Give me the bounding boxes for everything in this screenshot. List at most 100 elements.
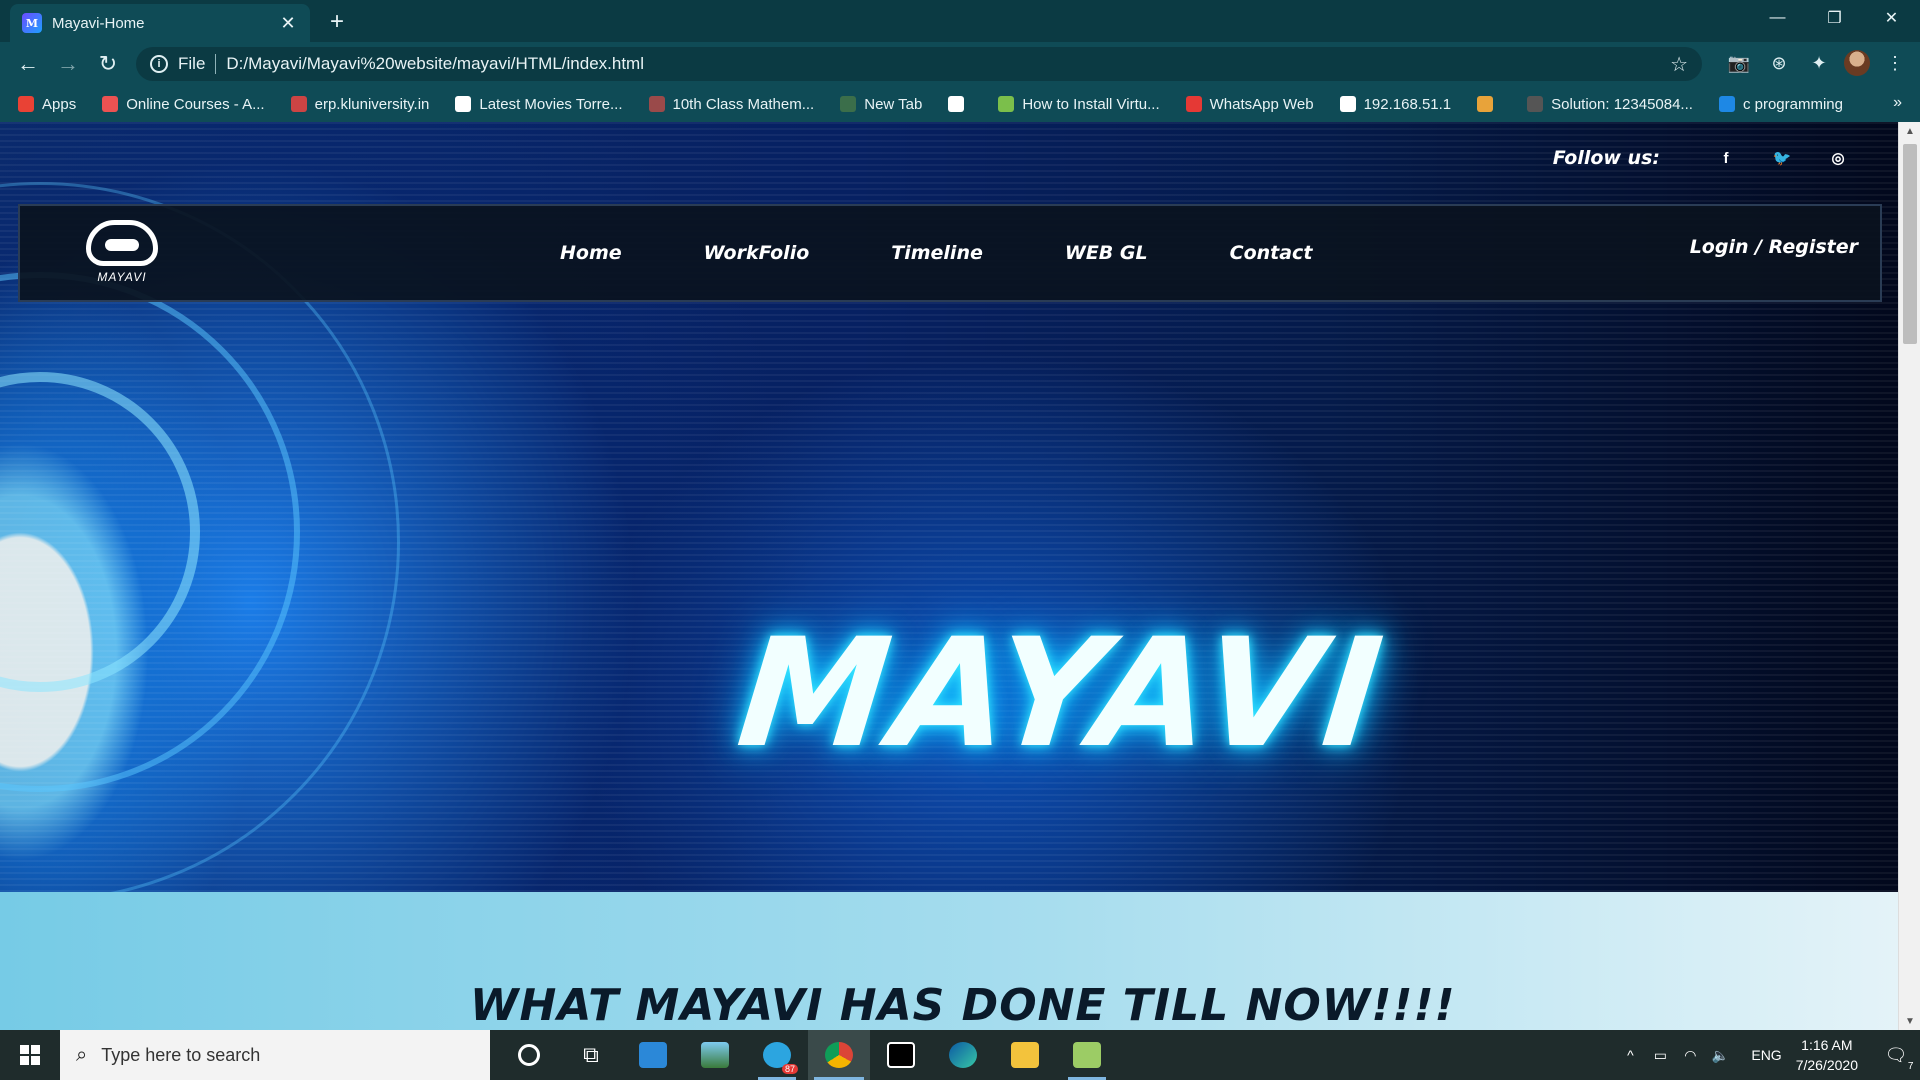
- bookmark-label: WhatsApp Web: [1209, 95, 1314, 113]
- bookmark-item[interactable]: [948, 96, 972, 112]
- unity-icon: [887, 1042, 915, 1068]
- nav-contact[interactable]: Contact: [1230, 242, 1313, 264]
- clock-date: 7/26/2020: [1795, 1057, 1858, 1073]
- bookmarks-more-icon[interactable]: »: [1893, 94, 1902, 112]
- bookmark-item[interactable]: [1477, 96, 1501, 112]
- mayavi-logo[interactable]: MAYAVI: [84, 220, 160, 288]
- clock[interactable]: 1:16 AM 7/26/2020: [1796, 1035, 1858, 1075]
- chevron-up-icon[interactable]: ^: [1617, 1030, 1643, 1080]
- new-tab-icon: [840, 96, 857, 112]
- bookmark-label: Latest Movies Torre...: [479, 95, 623, 113]
- minimize-button[interactable]: —: [1749, 0, 1806, 36]
- back-button[interactable]: ←: [8, 44, 48, 84]
- notepad-app[interactable]: [1056, 1030, 1118, 1080]
- telegram-app[interactable]: 87: [746, 1030, 808, 1080]
- instagram-icon[interactable]: ◎: [1818, 146, 1858, 170]
- bookmark-label: erp.kluniversity.in: [314, 95, 430, 113]
- extension-icons: 📷 ⊛ ✦ ⋮: [1724, 46, 1910, 80]
- language-indicator[interactable]: ENG: [1751, 1047, 1781, 1063]
- extension-globe-icon[interactable]: ⊛: [1764, 46, 1794, 80]
- cortana-circle-icon: [518, 1044, 540, 1066]
- bookmark-item[interactable]: Solution: 12345084...: [1527, 96, 1693, 113]
- in-icon: [1477, 96, 1494, 112]
- mail-app[interactable]: [622, 1030, 684, 1080]
- hero-title: MAYAVI: [730, 607, 1394, 781]
- twitter-icon[interactable]: 🐦: [1762, 146, 1802, 170]
- reload-button[interactable]: ↻: [88, 44, 128, 84]
- extensions-puzzle-icon[interactable]: ✦: [1804, 46, 1834, 80]
- bookmark-label: 192.168.51.1: [1363, 95, 1452, 113]
- achievements-section: WHAT MAYAVI HAS DONE TILL NOW!!!!: [0, 892, 1898, 1030]
- bookmark-item[interactable]: 192.168.51.1: [1339, 95, 1452, 113]
- page-viewport: Follow us: f 🐦 ◎ MAYAVI Home WorkFolio T…: [0, 122, 1920, 1030]
- page-scrollbar[interactable]: ▲ ▼: [1898, 122, 1920, 1030]
- task-view-icon: ⧉: [583, 1042, 599, 1067]
- bookmark-item[interactable]: How to Install Virtu...: [998, 96, 1160, 113]
- bookmark-item[interactable]: Apps: [18, 96, 76, 113]
- login-register-link[interactable]: Login / Register: [1690, 236, 1858, 258]
- url-text[interactable]: D:/Mayavi/Mayavi%20website/mayavi/HTML/i…: [226, 54, 1670, 74]
- wifi-icon[interactable]: ◠: [1677, 1030, 1703, 1080]
- close-tab-icon[interactable]: ✕: [278, 13, 298, 33]
- bookmark-label: c programming: [1742, 95, 1843, 113]
- omnibox-divider: [215, 54, 217, 74]
- edge-app[interactable]: [932, 1030, 994, 1080]
- file-explorer-app[interactable]: [994, 1030, 1056, 1080]
- notification-center-button[interactable]: 🗨 7: [1872, 1030, 1920, 1080]
- follow-us-bar: Follow us: f 🐦 ◎: [1553, 146, 1858, 170]
- bookmark-label: 10th Class Mathem...: [672, 95, 815, 113]
- unity-app[interactable]: [870, 1030, 932, 1080]
- close-window-button[interactable]: ✕: [1863, 0, 1920, 36]
- task-view-button[interactable]: ⧉: [560, 1030, 622, 1080]
- cortana-button[interactable]: [498, 1030, 560, 1080]
- profile-avatar[interactable]: [1844, 50, 1870, 76]
- logo-text: MAYAVI: [97, 270, 147, 284]
- chrome-app[interactable]: [808, 1030, 870, 1080]
- telegram-badge: 87: [781, 1064, 798, 1074]
- volume-icon[interactable]: 🔈: [1707, 1030, 1733, 1080]
- new-tab-button[interactable]: +: [322, 8, 352, 36]
- folder-icon: [1011, 1042, 1039, 1068]
- start-button[interactable]: [0, 1030, 60, 1080]
- bookmark-star-icon[interactable]: ☆: [1670, 52, 1688, 77]
- search-icon: ⌕: [76, 1043, 88, 1066]
- camera-extension-icon[interactable]: 📷: [1724, 46, 1754, 80]
- bookmark-label: Apps: [42, 95, 77, 113]
- scroll-thumb[interactable]: [1903, 144, 1917, 344]
- facebook-icon[interactable]: f: [1706, 146, 1746, 170]
- nav-home[interactable]: Home: [560, 242, 622, 264]
- window-controls: — ❐ ✕: [1749, 0, 1920, 36]
- battery-icon[interactable]: ▭: [1647, 1030, 1673, 1080]
- bookmarks-bar: Apps Online Courses - A... erp.kluniversit…: [0, 86, 1920, 122]
- nav-timeline[interactable]: Timeline: [891, 242, 983, 264]
- clock-time: 1:16 AM: [1801, 1037, 1853, 1053]
- nav-workfolio[interactable]: WorkFolio: [704, 242, 810, 264]
- scroll-down-arrow-icon[interactable]: ▼: [1899, 1012, 1920, 1030]
- active-tab[interactable]: M Mayavi-Home ✕: [10, 4, 310, 42]
- menu-kebab-icon[interactable]: ⋮: [1880, 46, 1910, 80]
- bookmark-item[interactable]: Online Courses - A...: [102, 96, 265, 113]
- photos-app[interactable]: [684, 1030, 746, 1080]
- scroll-up-arrow-icon[interactable]: ▲: [1899, 122, 1920, 140]
- taskbar-apps: ⧉ 87: [498, 1030, 1118, 1080]
- restore-button[interactable]: ❐: [1806, 0, 1863, 36]
- nav-webgl[interactable]: WEB GL: [1065, 242, 1148, 264]
- mask-logo-icon: [86, 220, 158, 266]
- browser-toolbar: ← → ↻ i File D:/Mayavi/Mayavi%20website/…: [0, 42, 1920, 86]
- bookmark-item[interactable]: Latest Movies Torre...: [455, 95, 623, 113]
- site-info-icon[interactable]: i: [150, 55, 168, 73]
- bookmark-item[interactable]: 10th Class Mathem...: [648, 95, 815, 113]
- section-title: WHAT MAYAVI HAS DONE TILL NOW!!!!: [470, 980, 1456, 1030]
- bookmark-item[interactable]: New Tab: [840, 96, 922, 113]
- mail-icon: [639, 1042, 667, 1068]
- photos-icon: [701, 1042, 729, 1068]
- hero-section: Follow us: f 🐦 ◎ MAYAVI Home WorkFolio T…: [0, 122, 1898, 902]
- bookmark-item[interactable]: erp.kluniversity.in: [290, 95, 430, 113]
- address-bar[interactable]: i File D:/Mayavi/Mayavi%20website/mayavi…: [136, 47, 1702, 81]
- bookmark-item[interactable]: c programming: [1718, 95, 1843, 113]
- notification-count: 7: [1907, 1060, 1914, 1072]
- taskbar-search[interactable]: ⌕ Type here to search: [60, 1030, 490, 1080]
- bookmark-item[interactable]: WhatsApp Web: [1185, 95, 1314, 113]
- forward-button[interactable]: →: [48, 44, 88, 84]
- bookmark-label: New Tab: [864, 95, 923, 113]
